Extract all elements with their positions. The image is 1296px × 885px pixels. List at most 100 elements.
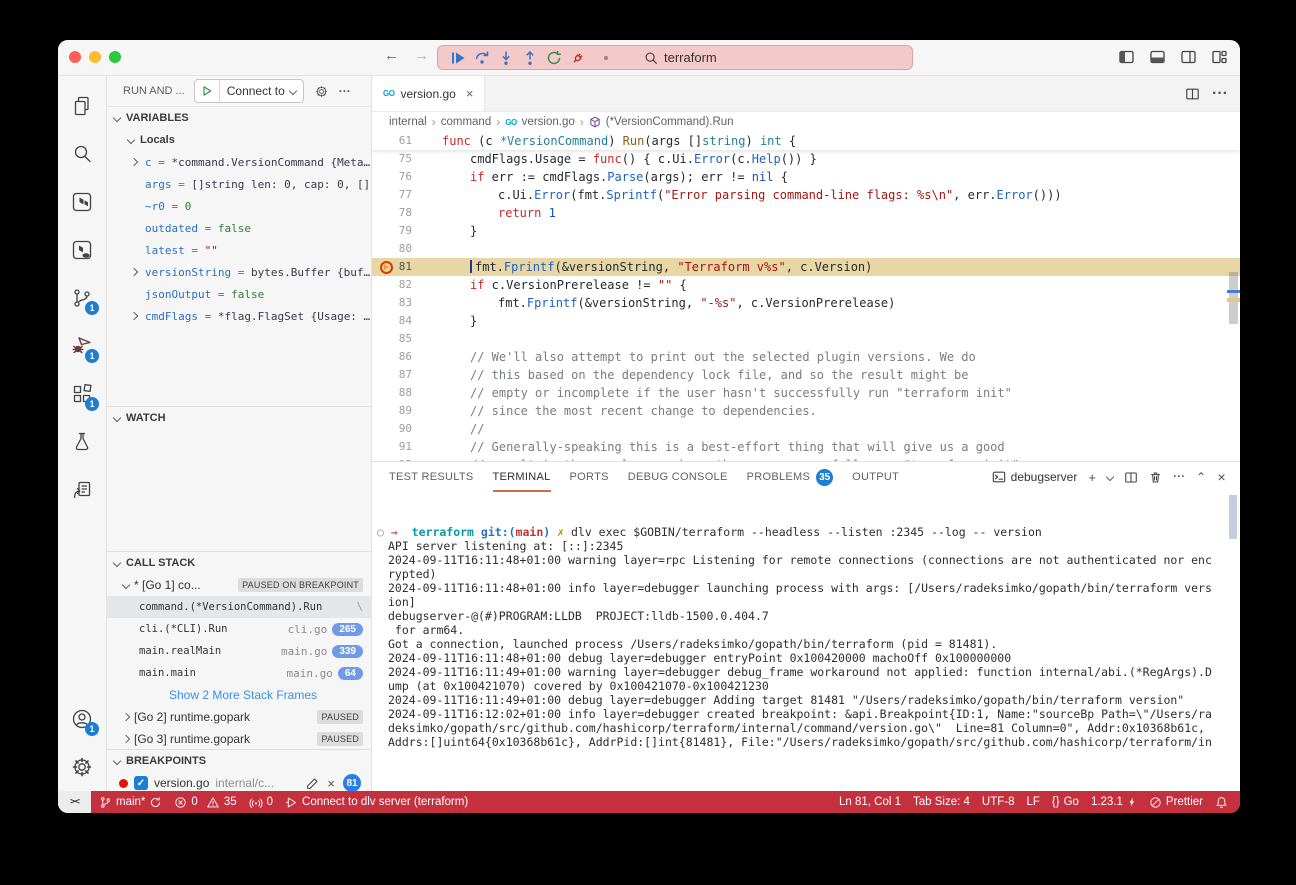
- code-line[interactable]: 86// We'll also attempt to print out the…: [372, 348, 1240, 366]
- line-number[interactable]: 87: [372, 366, 430, 384]
- tab-terminal[interactable]: TERMINAL: [493, 462, 551, 492]
- variable-row[interactable]: outdated = false: [107, 217, 371, 239]
- line-number[interactable]: 79: [372, 222, 430, 240]
- tab-size-item[interactable]: Tab Size: 4: [907, 791, 976, 813]
- editor-more-actions-icon[interactable]: ···: [1212, 85, 1228, 103]
- locals-scope-header[interactable]: Locals: [107, 129, 371, 151]
- code-line[interactable]: 90//: [372, 420, 1240, 438]
- line-number[interactable]: 91: [372, 438, 430, 456]
- code-line[interactable]: 76if err := cmdFlags.Parse(args); err !=…: [372, 168, 1240, 186]
- variable-row[interactable]: latest = "": [107, 239, 371, 261]
- breadcrumb-item[interactable]: internal: [389, 116, 427, 128]
- remote-indicator[interactable]: ><: [58, 791, 91, 813]
- search-view-icon[interactable]: [58, 130, 106, 178]
- line-number[interactable]: 78: [372, 204, 430, 222]
- line-number[interactable]: 75: [372, 150, 430, 168]
- code-editor[interactable]: 61func (c *VersionCommand) Run(args []st…: [372, 132, 1240, 461]
- line-number[interactable]: 84: [372, 312, 430, 330]
- call-stack-section-header[interactable]: CALL STACK: [107, 551, 371, 574]
- line-number[interactable]: 76: [372, 168, 430, 186]
- call-stack-thread-row[interactable]: [Go 2] runtime.goparkPAUSED: [107, 706, 371, 728]
- problems-status-item[interactable]: 0 35: [168, 791, 242, 813]
- code-line[interactable]: 82if c.VersionPrerelease != "" {: [372, 276, 1240, 294]
- terraform-icon[interactable]: [58, 178, 106, 226]
- maximize-panel-icon[interactable]: ⌃: [1196, 470, 1206, 484]
- disconnect-icon[interactable]: [566, 48, 590, 68]
- call-stack-thread-row[interactable]: * [Go 1] co...PAUSED ON BREAKPOINT: [107, 574, 371, 596]
- breadcrumb-item[interactable]: (*VersionCommand).Run: [606, 116, 734, 128]
- language-mode-item[interactable]: {} Go: [1046, 791, 1085, 813]
- go-version-item[interactable]: 1.23.1: [1085, 791, 1143, 813]
- terraform-cloud-icon[interactable]: [58, 226, 106, 274]
- line-number[interactable]: 82: [372, 276, 430, 294]
- settings-gear-icon[interactable]: [58, 743, 106, 791]
- code-line[interactable]: 84}: [372, 312, 1240, 330]
- code-line[interactable]: 75cmdFlags.Usage = func() { c.Ui.Error(c…: [372, 150, 1240, 168]
- code-line[interactable]: 83fmt.Fprintf(&versionString, "-%s", c.V…: [372, 294, 1240, 312]
- terminal-dropdown-icon[interactable]: [1106, 473, 1114, 481]
- variable-row[interactable]: c = *command.VersionCommand {Meta…: [107, 151, 371, 173]
- toggle-sidebar-icon[interactable]: [1118, 49, 1135, 65]
- eol-item[interactable]: LF: [1020, 791, 1045, 813]
- toggle-secondary-sidebar-icon[interactable]: [1180, 49, 1197, 65]
- variable-row[interactable]: versionString = bytes.Buffer {buf…: [107, 261, 371, 283]
- close-window-button[interactable]: [69, 51, 81, 63]
- step-out-icon[interactable]: [518, 48, 542, 68]
- call-stack-thread-row[interactable]: [Go 3] runtime.goparkPAUSED: [107, 728, 371, 750]
- tab-problems[interactable]: PROBLEMS35: [747, 462, 834, 492]
- code-line[interactable]: 92// result in the usual case where the …: [372, 456, 1240, 461]
- testing-icon[interactable]: [58, 418, 106, 466]
- start-debug-icon[interactable]: [195, 80, 220, 102]
- breakpoints-section-header[interactable]: BREAKPOINTS: [107, 749, 371, 772]
- variable-row[interactable]: cmdFlags = *flag.FlagSet {Usage: …: [107, 305, 371, 327]
- variables-section-header[interactable]: VARIABLES: [107, 107, 371, 129]
- breadcrumb-item[interactable]: command: [441, 116, 492, 128]
- code-line[interactable]: 87// this based on the dependency lock f…: [372, 366, 1240, 384]
- command-center-search[interactable]: terraform: [644, 50, 717, 65]
- minimize-window-button[interactable]: [89, 51, 101, 63]
- split-editor-icon[interactable]: [1185, 87, 1200, 101]
- variable-row[interactable]: args = []string len: 0, cap: 0, []: [107, 173, 371, 195]
- explorer-icon[interactable]: [58, 82, 106, 130]
- notifications-bell-icon[interactable]: [1209, 791, 1234, 813]
- split-terminal-icon[interactable]: [1124, 471, 1138, 484]
- line-number[interactable]: 86: [372, 348, 430, 366]
- accounts-icon[interactable]: 1: [58, 695, 106, 743]
- edit-breakpoint-icon[interactable]: [306, 777, 319, 790]
- extensions-icon[interactable]: 1: [58, 370, 106, 418]
- code-line[interactable]: 78return 1: [372, 204, 1240, 222]
- sticky-code-line[interactable]: 61func (c *VersionCommand) Run(args []st…: [372, 132, 1240, 150]
- close-tab-icon[interactable]: ×: [466, 86, 474, 101]
- debug-settings-gear-icon[interactable]: [314, 84, 329, 99]
- code-line[interactable]: 80: [372, 240, 1240, 258]
- launch-config-select[interactable]: Connect to: [220, 84, 290, 98]
- remove-breakpoint-icon[interactable]: ×: [327, 776, 335, 791]
- formatter-item[interactable]: Prettier: [1143, 791, 1209, 813]
- tab-output[interactable]: OUTPUT: [852, 462, 899, 492]
- toggle-panel-icon[interactable]: [1149, 49, 1166, 65]
- line-number[interactable]: 92: [372, 456, 430, 461]
- line-number[interactable]: 61: [372, 132, 430, 150]
- call-stack-frame-row[interactable]: main.mainmain.go64: [107, 662, 371, 684]
- code-line[interactable]: 89// since the most recent change to dep…: [372, 402, 1240, 420]
- breadcrumb-item[interactable]: version.go: [522, 116, 575, 128]
- terminal-instance-select[interactable]: debugserver: [992, 470, 1078, 484]
- encoding-item[interactable]: UTF-8: [976, 791, 1021, 813]
- line-number[interactable]: 85: [372, 330, 430, 348]
- source-control-icon[interactable]: 1: [58, 274, 106, 322]
- line-number[interactable]: 90: [372, 420, 430, 438]
- code-line[interactable]: 77c.Ui.Error(fmt.Sprintf("Error parsing …: [372, 186, 1240, 204]
- line-number[interactable]: 77: [372, 186, 430, 204]
- code-line[interactable]: 79}: [372, 222, 1240, 240]
- variable-row[interactable]: ~r0 = 0: [107, 195, 371, 217]
- code-line[interactable]: 91// Generally-speaking this is a best-e…: [372, 438, 1240, 456]
- line-number[interactable]: 81: [372, 258, 430, 276]
- new-terminal-icon[interactable]: +: [1088, 470, 1096, 485]
- cursor-position-item[interactable]: Ln 81, Col 1: [833, 791, 907, 813]
- close-panel-icon[interactable]: ×: [1218, 469, 1226, 485]
- show-more-stack-frames-link[interactable]: Show 2 More Stack Frames: [107, 684, 371, 706]
- zoom-window-button[interactable]: [109, 51, 121, 63]
- line-number[interactable]: 89: [372, 402, 430, 420]
- breakpoint-row[interactable]: ✓ version.go internal/c... × 81: [107, 772, 371, 791]
- terminal-scrollbar[interactable]: [1229, 495, 1237, 539]
